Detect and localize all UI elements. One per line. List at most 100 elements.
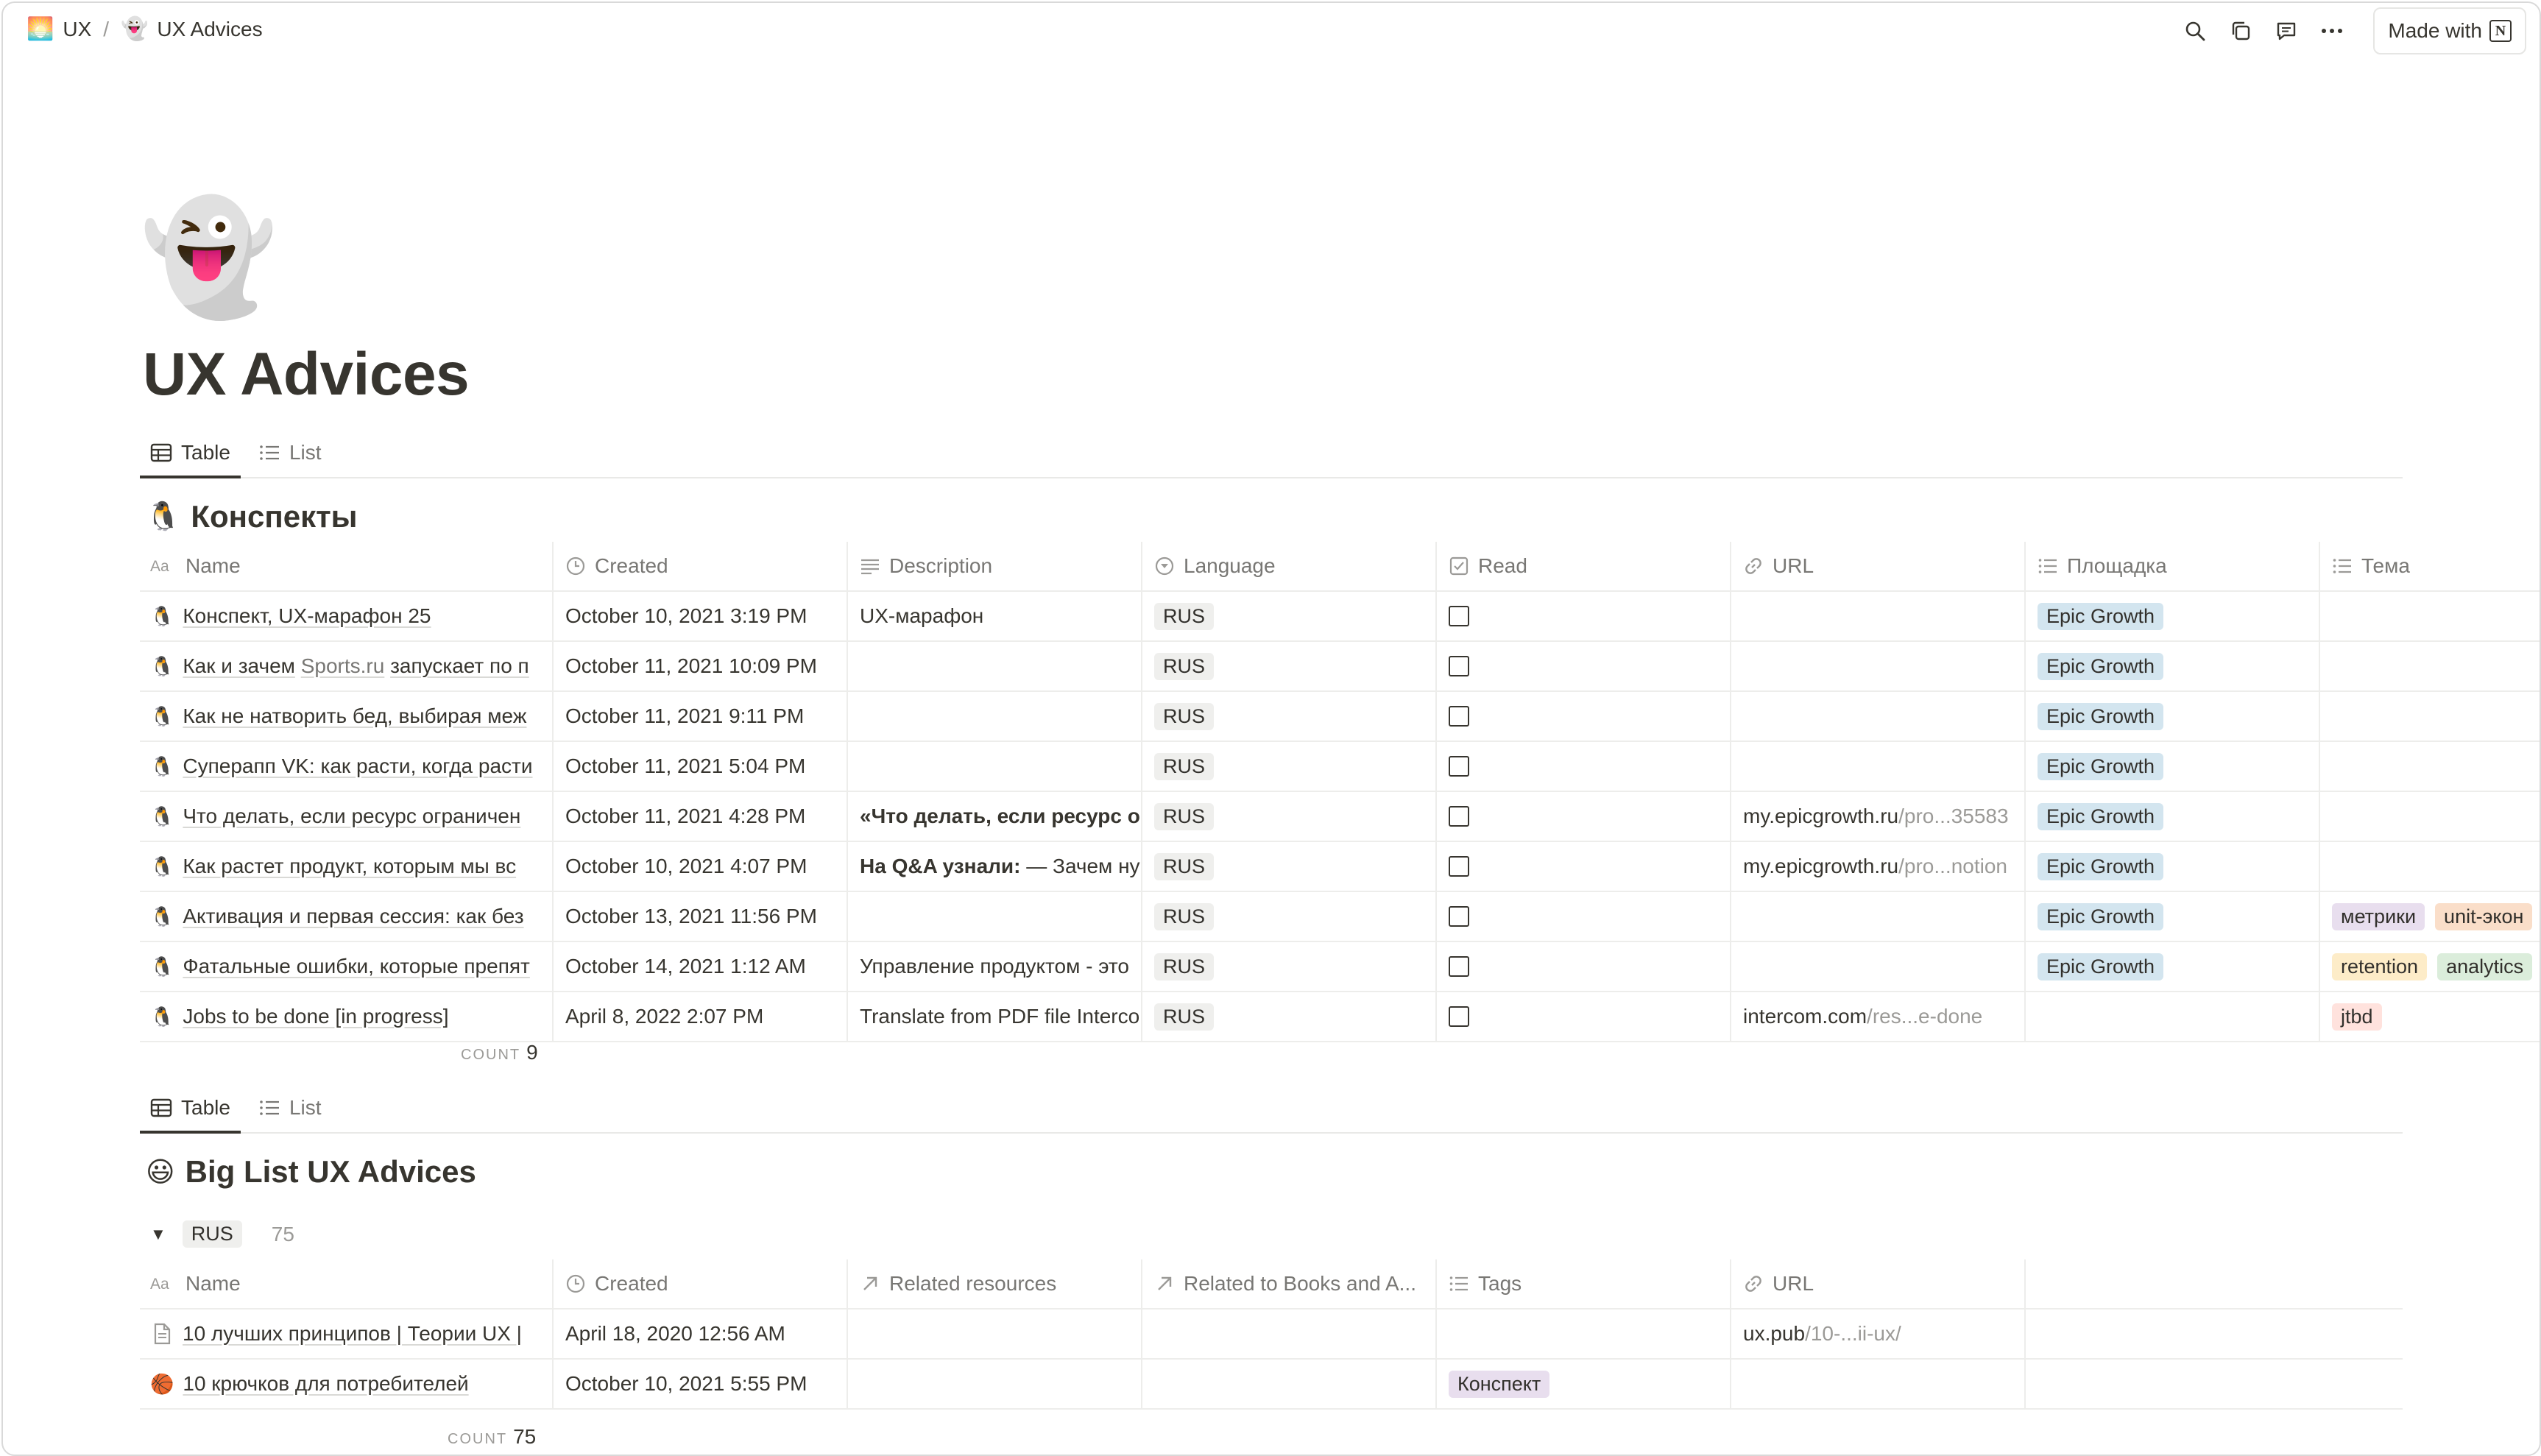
row-platform[interactable]: Epic Growth — [2026, 792, 2320, 841]
row-url[interactable]: ux.pub/10-...ii-ux/ — [1731, 1310, 2026, 1358]
row-name[interactable]: 🐧 Как растет продукт, которым мы вс — [140, 842, 554, 891]
row-description[interactable]: Translate from PDF file Interco — [848, 992, 1142, 1041]
row-description[interactable]: «Что делать, если ресурс о — [848, 792, 1142, 841]
inline-link[interactable]: Sports.ru — [301, 654, 385, 678]
row-platform[interactable]: Epic Growth — [2026, 592, 2320, 640]
row-name[interactable]: 🐧 Jobs to be done [in progress] — [140, 992, 554, 1041]
breadcrumb-item-ux-advices[interactable]: UX Advices — [157, 18, 262, 41]
table-count-1[interactable]: COUNT 9 — [461, 1041, 538, 1064]
row-related-books[interactable] — [1142, 1360, 1437, 1408]
page-title[interactable]: UX Advices — [143, 340, 470, 409]
column-header-created[interactable]: Created — [554, 1259, 848, 1308]
row-description[interactable] — [848, 742, 1142, 791]
made-with-notion-button[interactable]: Made with N — [2373, 7, 2526, 54]
column-header-related-books[interactable]: Related to Books and A... — [1142, 1259, 1437, 1308]
table-row[interactable]: 🐧 Конспект, UX-марафон 25 October 10, 202… — [140, 592, 2540, 642]
row-platform[interactable]: Epic Growth — [2026, 892, 2320, 941]
row-read[interactable] — [1437, 842, 1731, 891]
column-header-name[interactable]: Aa Name — [140, 542, 554, 590]
row-platform[interactable]: Epic Growth — [2026, 942, 2320, 991]
row-language[interactable]: RUS — [1142, 892, 1437, 941]
row-language[interactable]: RUS — [1142, 942, 1437, 991]
row-url[interactable] — [1731, 1360, 2026, 1408]
row-description[interactable] — [848, 692, 1142, 741]
database-title-big-list[interactable]: 😃 Big List UX Advices — [146, 1154, 476, 1190]
table-row[interactable]: 🐧 Фатальные ошибки, которые препят Octobe… — [140, 942, 2540, 992]
column-header-tags[interactable]: Tags — [1437, 1259, 1731, 1308]
row-language[interactable]: RUS — [1142, 792, 1437, 841]
table-row[interactable]: 🐧 Как не натворить бед, выбирая меж Octob… — [140, 692, 2540, 742]
table-row[interactable]: 10 лучших принципов | Теории UX | April … — [140, 1310, 2403, 1360]
row-platform[interactable]: Epic Growth — [2026, 642, 2320, 690]
row-description[interactable]: Управление продуктом - это — [848, 942, 1142, 991]
column-header-related-resources[interactable]: Related resources — [848, 1259, 1142, 1308]
table-row[interactable]: 🐧 Как растет продукт, которым мы вс Octob… — [140, 842, 2540, 892]
row-url[interactable] — [1731, 892, 2026, 941]
row-read[interactable] — [1437, 892, 1731, 941]
row-name[interactable]: 🐧 Фатальные ошибки, которые препят — [140, 942, 554, 991]
row-name[interactable]: 🐧 Как не натворить бед, выбирая меж — [140, 692, 554, 741]
row-language[interactable]: RUS — [1142, 992, 1437, 1041]
table-row[interactable]: 🐧 Активация и первая сессия: как без Octo… — [140, 892, 2540, 942]
row-language[interactable]: RUS — [1142, 742, 1437, 791]
row-language[interactable]: RUS — [1142, 692, 1437, 741]
row-description[interactable]: На Q&A узнали: — Зачем ну — [848, 842, 1142, 891]
column-header-topic[interactable]: Тема — [2320, 542, 2540, 590]
row-description[interactable] — [848, 892, 1142, 941]
read-checkbox[interactable] — [1449, 1006, 1469, 1027]
row-name[interactable]: 🐧 Как и зачем Sports.ru запускает по п — [140, 642, 554, 690]
row-topic[interactable] — [2320, 692, 2540, 741]
database-title-konspekty[interactable]: 🐧 Конспекты — [146, 499, 358, 534]
tab-list[interactable]: List — [248, 428, 332, 477]
row-platform[interactable]: Epic Growth — [2026, 742, 2320, 791]
row-language[interactable]: RUS — [1142, 842, 1437, 891]
row-platform[interactable] — [2026, 992, 2320, 1041]
search-icon[interactable] — [2174, 10, 2216, 52]
column-header-created[interactable]: Created — [554, 542, 848, 590]
row-tags[interactable]: Конспект — [1437, 1360, 1731, 1408]
read-checkbox[interactable] — [1449, 606, 1469, 626]
table-row[interactable]: 🐧 Jobs to be done [in progress] April 8, … — [140, 992, 2540, 1042]
row-url[interactable] — [1731, 592, 2026, 640]
row-platform[interactable]: Epic Growth — [2026, 842, 2320, 891]
table-row[interactable]: 🐧 Как и зачем Sports.ru запускает по п Oc… — [140, 642, 2540, 692]
column-header-name[interactable]: Aa Name — [140, 1259, 554, 1308]
row-name[interactable]: 10 лучших принципов | Теории UX | — [140, 1310, 554, 1358]
row-topic[interactable] — [2320, 842, 2540, 891]
row-name[interactable]: 🐧 Суперапп VK: как расти, когда расти — [140, 742, 554, 791]
read-checkbox[interactable] — [1449, 906, 1469, 927]
row-topic[interactable]: метрики unit-экон — [2320, 892, 2540, 941]
column-header-url[interactable]: URL — [1731, 1259, 2026, 1308]
row-topic[interactable] — [2320, 792, 2540, 841]
row-name[interactable]: 🐧 Что делать, если ресурс ограничен — [140, 792, 554, 841]
row-url[interactable] — [1731, 742, 2026, 791]
caret-down-icon[interactable]: ▼ — [150, 1225, 166, 1244]
row-topic[interactable]: retention analytics — [2320, 942, 2540, 991]
table-row[interactable]: 🐧 Что делать, если ресурс ограничен Octob… — [140, 792, 2540, 842]
read-checkbox[interactable] — [1449, 806, 1469, 827]
column-header-description[interactable]: Description — [848, 542, 1142, 590]
row-platform[interactable]: Epic Growth — [2026, 692, 2320, 741]
row-read[interactable] — [1437, 692, 1731, 741]
tab-list[interactable]: List — [248, 1084, 332, 1132]
more-icon[interactable] — [2311, 10, 2353, 52]
page-ghost-icon[interactable]: 👻 — [140, 202, 278, 312]
row-read[interactable] — [1437, 642, 1731, 690]
row-name[interactable]: 🐧 Конспект, UX-марафон 25 — [140, 592, 554, 640]
duplicate-icon[interactable] — [2220, 10, 2261, 52]
row-topic[interactable] — [2320, 642, 2540, 690]
column-header-platform[interactable]: Площадка — [2026, 542, 2320, 590]
read-checkbox[interactable] — [1449, 856, 1469, 877]
row-read[interactable] — [1437, 792, 1731, 841]
tab-table[interactable]: Table — [140, 428, 241, 478]
tab-table[interactable]: Table — [140, 1084, 241, 1134]
table-count-2[interactable]: COUNT 75 — [448, 1425, 536, 1449]
row-description[interactable] — [848, 642, 1142, 690]
read-checkbox[interactable] — [1449, 956, 1469, 977]
row-read[interactable] — [1437, 742, 1731, 791]
row-read[interactable] — [1437, 992, 1731, 1041]
row-related-books[interactable] — [1142, 1310, 1437, 1358]
row-language[interactable]: RUS — [1142, 592, 1437, 640]
row-name[interactable]: 🏀 10 крючков для потребителей — [140, 1360, 554, 1408]
row-tags[interactable] — [1437, 1310, 1731, 1358]
